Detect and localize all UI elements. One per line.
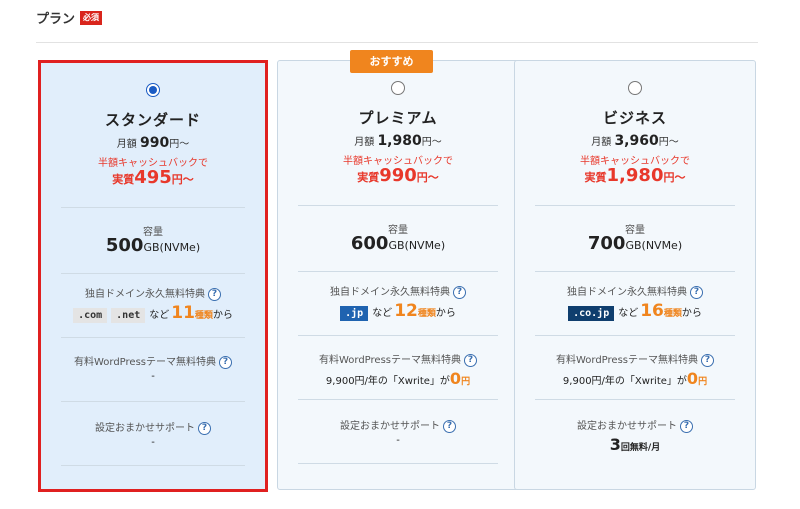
plan-radio-premium[interactable] [391, 81, 405, 95]
section-divider [61, 207, 245, 208]
help-icon[interactable]: ? [464, 353, 478, 367]
wordpress-value: 9,900円/年の「Xwrite」が0円 [562, 369, 708, 388]
tld-badge: .jp [340, 306, 369, 321]
domain-label: 独自ドメイン永久無料特典? [41, 285, 265, 301]
section-divider [535, 335, 735, 336]
section-divider [61, 337, 245, 338]
section-divider [535, 399, 735, 400]
monthly-price: 月額 3,960円～ [591, 133, 679, 149]
plan-header: プラン 必須 [36, 8, 103, 27]
section-divider [61, 465, 245, 466]
effective-price: 実質1,980円～ [584, 165, 686, 186]
monthly-price: 月額 1,980円～ [354, 133, 442, 149]
tld-badge: .com [73, 308, 108, 323]
domain-value: .com .net など 11 種類 から [41, 303, 265, 323]
help-icon[interactable]: ? [680, 419, 693, 433]
help-icon[interactable]: ? [690, 285, 703, 299]
tld-badge: .co.jp [568, 306, 615, 321]
plan-section-title: プラン [36, 12, 76, 27]
plan-name: プレミアム [358, 109, 438, 127]
domain-value: .jp など 12 種類 から [278, 301, 518, 321]
plan-card-business[interactable]: ビジネス 月額 3,960円～ 半額キャッシュバックで 実質1,980円～ 容量… [514, 60, 756, 490]
effective-price: 実質495円～ [112, 167, 194, 188]
wordpress-value: - [151, 371, 155, 382]
plan-card-premium[interactable]: プレミアム 月額 1,980円～ 半額キャッシュバックで 実質990円～ 容量 … [277, 60, 519, 490]
section-divider [61, 273, 245, 274]
support-label: 設定おまかせサポート? [41, 419, 265, 435]
section-divider [298, 205, 498, 206]
help-icon[interactable]: ? [443, 419, 456, 433]
help-icon[interactable]: ? [219, 355, 233, 369]
domain-label: 独自ドメイン永久無料特典? [278, 283, 518, 299]
help-icon[interactable]: ? [198, 421, 211, 435]
recommend-badge: おすすめ [350, 50, 433, 73]
tld-badge: .net [111, 308, 146, 323]
help-icon[interactable]: ? [208, 287, 221, 301]
help-icon[interactable]: ? [701, 353, 715, 367]
support-value: 3回無料/月 [609, 435, 661, 454]
domain-label: 独自ドメイン永久無料特典? [515, 283, 755, 299]
section-divider [298, 335, 498, 336]
plan-name: スタンダード [104, 111, 201, 129]
section-divider [298, 399, 498, 400]
section-divider [298, 463, 498, 464]
required-badge: 必須 [80, 10, 103, 25]
wordpress-value: 9,900円/年の「Xwrite」が0円 [325, 369, 471, 388]
capacity-value: 600GB(NVMe) [350, 233, 446, 254]
plan-radio-business[interactable] [628, 81, 642, 95]
domain-value: .co.jp など 16 種類 から [515, 301, 755, 321]
section-divider [61, 401, 245, 402]
support-value: - [396, 435, 400, 446]
effective-price: 実質990円～ [357, 165, 439, 186]
support-label: 設定おまかせサポート? [515, 417, 755, 433]
capacity-value: 700GB(NVMe) [587, 233, 683, 254]
support-value: - [151, 437, 155, 448]
monthly-price: 月額 990円～ [116, 135, 190, 151]
plan-card-standard[interactable]: スタンダード 月額 990円～ 半額キャッシュバックで 実質495円～ 容量 5… [38, 60, 268, 492]
plan-radio-standard[interactable] [146, 83, 160, 97]
header-divider [36, 42, 758, 43]
plan-name: ビジネス [602, 109, 667, 127]
section-divider [535, 271, 735, 272]
capacity-value: 500GB(NVMe) [105, 235, 201, 256]
wordpress-label: 有料WordPressテーマ無料特典? [515, 351, 755, 367]
help-icon[interactable]: ? [453, 285, 466, 299]
support-label: 設定おまかせサポート? [278, 417, 518, 433]
section-divider [535, 205, 735, 206]
wordpress-label: 有料WordPressテーマ無料特典? [278, 351, 518, 367]
section-divider [298, 271, 498, 272]
wordpress-label: 有料WordPressテーマ無料特典? [41, 353, 265, 369]
